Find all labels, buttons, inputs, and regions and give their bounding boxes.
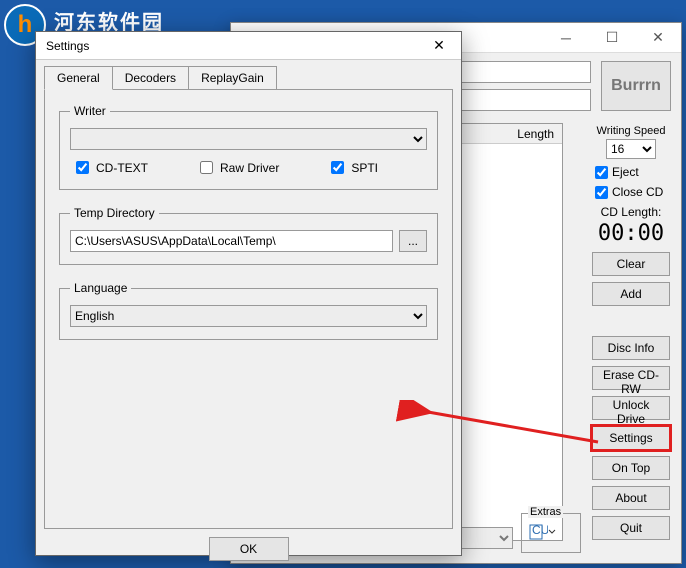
- right-panel: Writing Speed 16 Eject Close CD CD Lengt…: [591, 123, 671, 540]
- rawdriver-label: Raw Driver: [220, 161, 279, 175]
- settings-button[interactable]: Settings: [592, 426, 670, 450]
- chevron-down-icon: [548, 522, 556, 542]
- tab-strip: General Decoders ReplayGain: [36, 60, 461, 89]
- extras-group: Extras CUE: [521, 513, 581, 553]
- cdtext-checkbox[interactable]: [76, 161, 89, 174]
- tab-panel-general: Writer CD-TEXT Raw Driver SPTI Temp Dire…: [44, 89, 453, 529]
- spti-checkbox[interactable]: [331, 161, 344, 174]
- burrrn-button[interactable]: Burrrn: [601, 61, 671, 111]
- maximize-button[interactable]: ☐: [589, 23, 635, 53]
- cd-length-value: 00:00: [598, 221, 664, 246]
- writer-select[interactable]: [70, 128, 427, 150]
- rawdriver-checkbox[interactable]: [200, 161, 213, 174]
- writing-speed-label: Writing Speed: [597, 125, 666, 137]
- language-label: Language: [70, 281, 131, 295]
- tab-replaygain[interactable]: ReplayGain: [188, 66, 277, 89]
- spti-label: SPTI: [351, 161, 378, 175]
- length-header: Length: [517, 127, 554, 141]
- tempdir-label: Temp Directory: [70, 206, 159, 220]
- writer-label: Writer: [70, 104, 110, 118]
- eject-checkbox[interactable]: [595, 166, 608, 179]
- cdtext-label: CD-TEXT: [96, 161, 148, 175]
- tempdir-browse-button[interactable]: ...: [399, 230, 427, 252]
- tab-decoders[interactable]: Decoders: [112, 66, 189, 89]
- closecd-checkbox[interactable]: [595, 186, 608, 199]
- clear-button[interactable]: Clear: [592, 252, 670, 276]
- tab-general[interactable]: General: [44, 66, 113, 90]
- closecd-label: Close CD: [612, 185, 663, 199]
- quit-button[interactable]: Quit: [592, 516, 670, 540]
- writing-speed-select[interactable]: 16: [606, 139, 656, 159]
- add-button[interactable]: Add: [592, 282, 670, 306]
- cd-length-label: CD Length:: [601, 205, 662, 219]
- extras-label: Extras: [528, 506, 563, 518]
- cue-button[interactable]: CUE: [528, 522, 574, 542]
- svg-text:CUE: CUE: [532, 523, 548, 537]
- ok-button[interactable]: OK: [209, 537, 289, 561]
- settings-titlebar: Settings ✕: [36, 32, 461, 60]
- tempdir-group: Temp Directory ...: [59, 206, 438, 265]
- settings-close-button[interactable]: ✕: [417, 32, 461, 60]
- minimize-button[interactable]: ─: [543, 23, 589, 53]
- disc-info-button[interactable]: Disc Info: [592, 336, 670, 360]
- writer-group: Writer CD-TEXT Raw Driver SPTI: [59, 104, 438, 190]
- eject-label: Eject: [612, 165, 639, 179]
- language-select[interactable]: English: [70, 305, 427, 327]
- unlock-drive-button[interactable]: Unlock Drive: [592, 396, 670, 420]
- close-button[interactable]: ✕: [635, 23, 681, 53]
- settings-dialog: Settings ✕ General Decoders ReplayGain W…: [35, 31, 462, 556]
- settings-title: Settings: [46, 39, 417, 53]
- tempdir-input[interactable]: [70, 230, 393, 252]
- about-button[interactable]: About: [592, 486, 670, 510]
- ontop-button[interactable]: On Top: [592, 456, 670, 480]
- language-group: Language English: [59, 281, 438, 340]
- erase-cdrw-button[interactable]: Erase CD-RW: [592, 366, 670, 390]
